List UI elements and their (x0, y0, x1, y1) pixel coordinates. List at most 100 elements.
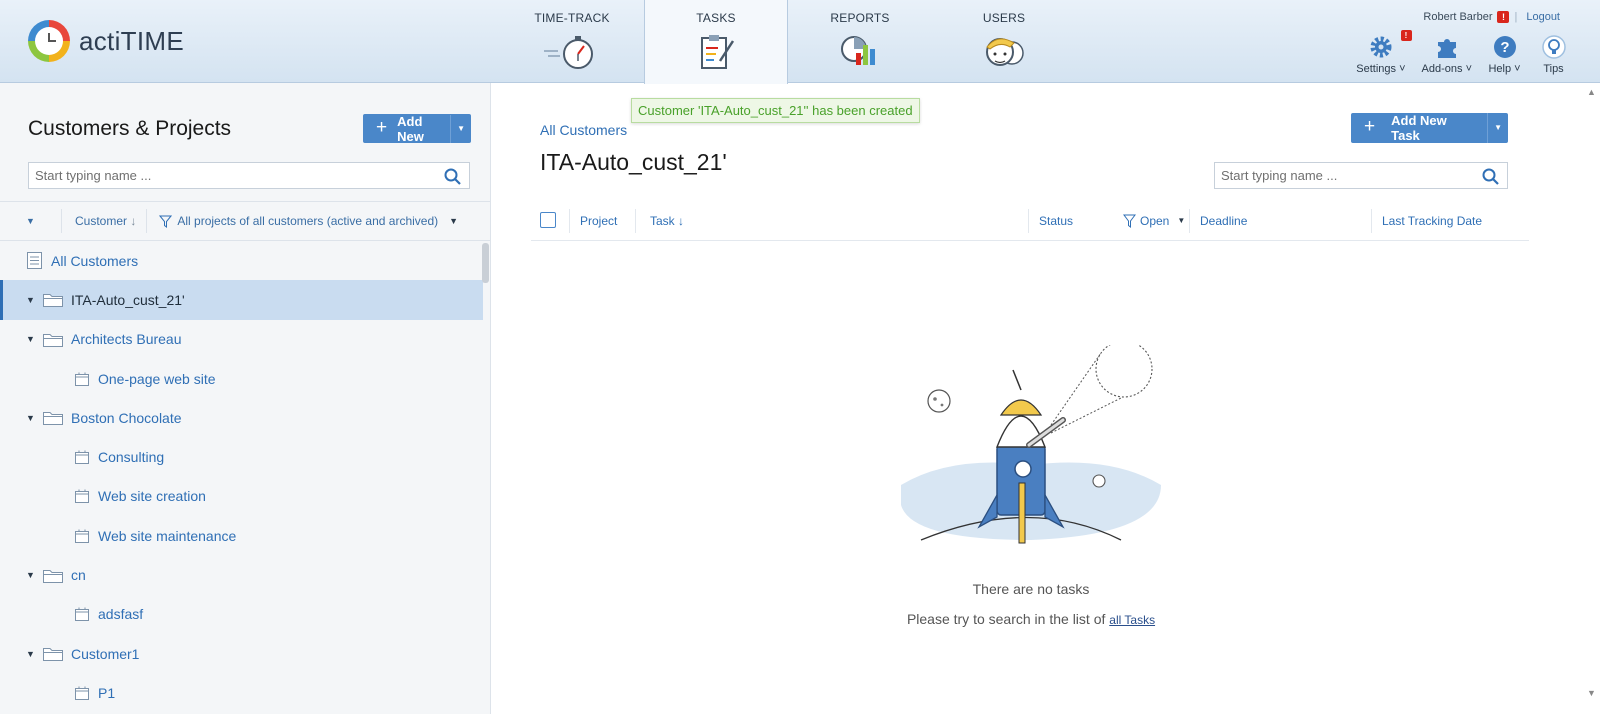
tree-item-customer[interactable]: ▼ Boston Chocolate (0, 398, 483, 437)
select-all-checkbox[interactable] (540, 212, 556, 228)
chevron-down-icon[interactable]: ▼ (450, 114, 471, 143)
app-logo[interactable]: actiTIME (28, 20, 184, 62)
chevron-down-icon[interactable]: ▼ (26, 295, 35, 305)
nav-tab-label: USERS (982, 11, 1026, 25)
tree-item-label: P1 (98, 684, 116, 701)
all-tasks-link[interactable]: all Tasks (1109, 613, 1155, 627)
tree-item-project[interactable]: adsfasf (0, 595, 483, 634)
add-new-task-button[interactable]: + Add New Task ▼ (1351, 113, 1508, 143)
customer-tasks-panel: Customer 'ITA-Auto_cust_21'' has been cr… (491, 83, 1600, 714)
nav-tab-users[interactable]: USERS (932, 0, 1076, 83)
tree-item-label: Web site maintenance (98, 527, 237, 544)
chevron-down-icon[interactable]: ▼ (1587, 688, 1596, 698)
tree-item-customer[interactable]: ▼ Architects Bureau (0, 320, 483, 359)
tree-scrollbar[interactable] (482, 243, 489, 283)
tree-item-label: Customer1 (71, 645, 140, 662)
column-last-tracking-date[interactable]: Last Tracking Date (1371, 209, 1482, 233)
tree-item-project[interactable]: Web site creation (0, 477, 483, 516)
puzzle-icon (1422, 33, 1472, 61)
chevron-down-icon[interactable]: ▼ (26, 570, 35, 580)
project-icon (75, 450, 89, 465)
chevron-down-icon: ▼ (449, 216, 459, 226)
svg-text:?: ? (1500, 39, 1509, 56)
empty-state-hint-text: Please try to search in the list of (906, 611, 1110, 627)
column-task-label: Task (650, 214, 675, 228)
column-status[interactable]: Status (1028, 209, 1073, 233)
status-filter-dropdown[interactable]: Open ▼ (1123, 201, 1185, 241)
empty-state-hint: Please try to search in the list of all … (871, 611, 1191, 627)
filter-label: All projects of all customers (active an… (177, 214, 439, 228)
collapse-toggle[interactable]: ▼ (0, 209, 62, 233)
header-tools: ! Settings ˅ Add-ons ˅ ? Help ˅ Tips (1356, 30, 1570, 75)
project-icon (75, 529, 89, 543)
status-filter-label: Open (1140, 214, 1170, 228)
sort-by-customer[interactable]: Customer ↓ (62, 209, 148, 233)
tree-item-project[interactable]: Web site maintenance (0, 516, 483, 555)
customer-search (28, 162, 470, 189)
tree-item-project[interactable]: Consulting (0, 437, 483, 476)
tips-button[interactable]: Tips (1537, 33, 1570, 75)
tree-item-project[interactable]: P1 (0, 673, 483, 712)
chevron-down-icon: ˅ (1399, 63, 1406, 75)
settings-label: Settings (1356, 63, 1397, 75)
tree-filter-bar: ▼ Customer ↓ All projects of all custome… (0, 201, 490, 241)
empty-state-illustration (891, 340, 1171, 570)
chevron-down-icon: ˅ (1465, 63, 1472, 75)
addons-button[interactable]: Add-ons ˅ (1422, 33, 1472, 75)
nav-tab-time-track[interactable]: TIME-TRACK (500, 0, 644, 83)
nav-tab-label: REPORTS (830, 11, 890, 25)
tree-item-label: cn (71, 567, 86, 584)
folder-icon (43, 292, 63, 308)
column-project[interactable]: Project (569, 209, 617, 233)
user-name[interactable]: Robert Barber (1423, 11, 1492, 23)
settings-button[interactable]: ! Settings ˅ (1356, 30, 1412, 75)
folder-icon (43, 646, 63, 662)
project-filter-dropdown[interactable]: All projects of all customers (active an… (147, 209, 458, 233)
folder-icon (43, 410, 63, 426)
alert-icon[interactable]: ! (1497, 11, 1510, 23)
breadcrumb-all-customers[interactable]: All Customers (540, 122, 627, 138)
tree-item-label: Architects Bureau (71, 331, 182, 348)
task-search-input[interactable] (1215, 163, 1507, 188)
tree-item-customer[interactable]: ▼ Customer1 (0, 634, 483, 673)
logout-link[interactable]: Logout (1526, 11, 1560, 23)
tree-item-all-customers[interactable]: All Customers (0, 241, 483, 280)
tree-item-customer[interactable]: ▼ cn (0, 555, 483, 594)
column-deadline[interactable]: Deadline (1189, 209, 1247, 233)
add-new-button[interactable]: + Add New ▼ (363, 113, 471, 144)
tree-item-label: ITA-Auto_cust_21' (71, 291, 185, 308)
plus-icon: + (1364, 116, 1376, 137)
tasks-table-header: Project Task ↓ Status Open ▼ Deadline La… (531, 201, 1529, 241)
nav-tab-reports[interactable]: REPORTS (788, 0, 932, 83)
tree-item-customer[interactable]: ▼ ITA-Auto_cust_21' (0, 280, 483, 320)
search-icon[interactable] (444, 168, 461, 190)
customer-tree: All Customers ▼ ITA-Auto_cust_21' ▼ Arch… (0, 241, 483, 713)
tree-item-label: One-page web site (98, 370, 216, 387)
chevron-down-icon[interactable]: ▼ (26, 649, 35, 659)
column-task[interactable]: Task ↓ (635, 209, 684, 233)
customer-search-input[interactable] (29, 163, 469, 188)
chevron-down-icon: ▼ (1177, 216, 1186, 225)
add-new-label: Add New (397, 113, 424, 144)
nav-tab-tasks[interactable]: TASKS (644, 0, 788, 84)
sort-arrow-icon: ↓ (130, 214, 137, 228)
chevron-down-icon[interactable]: ▼ (26, 334, 35, 344)
main-nav: TIME-TRACK TASKS REPORTS USERS (500, 0, 1076, 84)
chart-icon (838, 33, 882, 76)
search-icon[interactable] (1482, 168, 1499, 190)
folder-icon (43, 568, 63, 583)
tree-item-label: All Customers (51, 252, 139, 269)
tree-item-label: Boston Chocolate (71, 409, 182, 426)
gear-icon: ! (1356, 30, 1412, 61)
chevron-up-icon[interactable]: ▲ (1587, 87, 1596, 97)
page-title: ITA-Auto_cust_21' (540, 149, 727, 175)
help-button[interactable]: ? Help ˅ (1488, 33, 1521, 75)
tree-item-label: adsfasf (98, 606, 144, 623)
user-box: Robert Barber ! | Logout (1423, 11, 1560, 23)
task-search (1214, 162, 1508, 189)
separator: | (1514, 11, 1518, 23)
chevron-down-icon[interactable]: ▼ (26, 413, 35, 423)
page-scrollbar[interactable]: ▲ ▼ (1584, 83, 1598, 714)
chevron-down-icon[interactable]: ▼ (1487, 113, 1508, 143)
tree-item-project[interactable]: One-page web site (0, 359, 483, 398)
